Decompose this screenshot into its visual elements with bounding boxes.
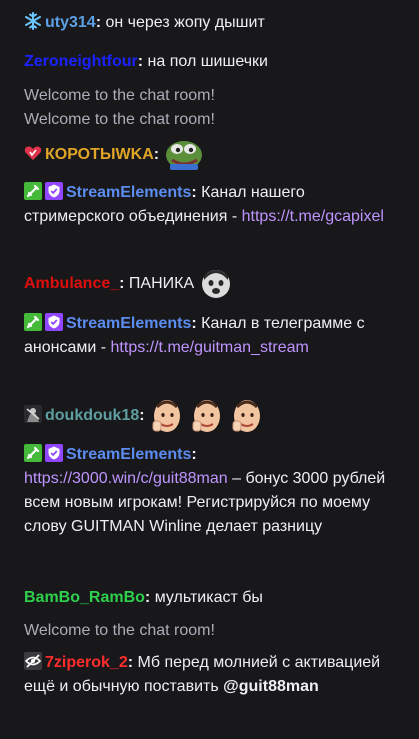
chat-message: StreamElements: Канал в телеграмме с ано… (24, 312, 409, 360)
pepe-emote-icon[interactable] (164, 138, 204, 172)
chat-mention[interactable]: @guit88man (223, 678, 319, 695)
chat-colon: : (137, 53, 148, 70)
chat-colon: : (119, 275, 129, 293)
chat-text: ПАНИКА (128, 275, 195, 293)
chat-username[interactable]: Zeroneightfour (24, 53, 138, 70)
chat-username[interactable]: BamBo_RamBo (24, 589, 145, 606)
chat-link[interactable]: https://3000.win/c/guit88man (24, 470, 228, 487)
chat-colon: : (153, 146, 164, 164)
chat-colon: : (191, 446, 197, 463)
chat-text: мультикаст бы (154, 589, 263, 606)
chat-colon: : (139, 407, 150, 425)
system-message: Welcome to the chat room! (24, 622, 215, 639)
verified-badge-icon[interactable] (45, 444, 63, 462)
chat-message: BamBo_RamBo: мультикаст бы (24, 586, 409, 610)
chat-username[interactable]: 7ziperok_2 (45, 654, 128, 671)
chat-username[interactable]: StreamElements (66, 184, 191, 201)
system-message: Welcome to the chat room! (24, 87, 215, 104)
hand-emote-icon[interactable] (149, 397, 185, 435)
chat-colon: : (144, 589, 155, 606)
chat-username[interactable]: Ambulance_ (24, 275, 119, 292)
chat-link[interactable]: https://t.me/gcapixel (242, 208, 384, 225)
hand-emote-icon[interactable] (189, 397, 225, 435)
character-badge-icon[interactable] (24, 405, 42, 424)
chat-username[interactable]: StreamElements (66, 446, 191, 463)
chat-message: КОРОТЫWKA: (24, 138, 409, 172)
chat-link[interactable]: https://t.me/guitman_stream (111, 339, 309, 356)
chat-message: StreamElements: Канал нашего стримерског… (24, 181, 409, 229)
sword-badge-icon[interactable] (24, 444, 42, 462)
heart-badge-icon[interactable] (24, 144, 42, 162)
chat-colon: : (191, 315, 202, 332)
hidden-eye-badge-icon[interactable] (24, 652, 42, 670)
chat-message: doukdouk18: (24, 397, 409, 437)
snowflake-badge-icon[interactable] (24, 12, 42, 30)
face-emote-icon[interactable] (201, 268, 231, 300)
hand-emote-icon[interactable] (229, 397, 265, 435)
chat-username[interactable]: КОРОТЫWKA (45, 146, 154, 163)
chat-username[interactable]: StreamElements (66, 315, 191, 332)
chat-text: на пол шишечки (147, 53, 268, 70)
chat-message: 7ziperok_2: Мб перед молнией с активацие… (24, 651, 409, 699)
chat-message: Zeroneightfour: на пол шишечки (24, 50, 409, 74)
verified-badge-icon[interactable] (45, 182, 63, 200)
chat-username[interactable]: uty314 (45, 14, 96, 31)
chat-message: Ambulance_: ПАНИКА (24, 268, 409, 300)
sword-badge-icon[interactable] (24, 182, 42, 200)
verified-badge-icon[interactable] (45, 313, 63, 331)
chat-colon: : (191, 184, 202, 201)
chat-username[interactable]: doukdouk18 (45, 407, 139, 424)
chat-colon: : (127, 654, 138, 671)
chat-text: он через жопу дышит (105, 14, 265, 31)
chat-message: StreamElements: https://3000.win/c/guit8… (24, 443, 404, 539)
system-message: Welcome to the chat room! (24, 111, 215, 128)
chat-message: uty314: он через жопу дышит (24, 11, 409, 35)
sword-badge-icon[interactable] (24, 313, 42, 331)
